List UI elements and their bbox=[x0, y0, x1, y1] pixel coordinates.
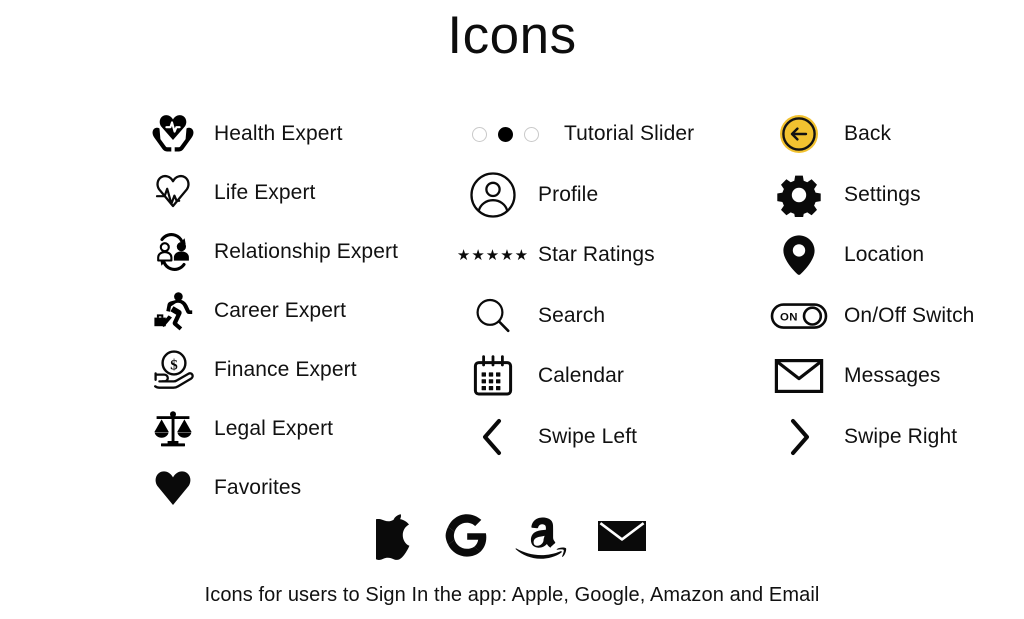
list-item[interactable]: ON On/Off Switch bbox=[768, 286, 1024, 347]
favorites-heart-icon bbox=[142, 461, 204, 515]
list-item-label: Settings bbox=[844, 182, 921, 206]
list-item[interactable]: Calendar bbox=[462, 346, 762, 407]
messages-envelope-icon bbox=[768, 349, 830, 403]
search-icon bbox=[462, 289, 524, 343]
settings-gear-icon bbox=[768, 168, 830, 222]
star-ratings-icon[interactable]: ★★★★★ bbox=[457, 228, 528, 282]
list-item-label: Star Ratings bbox=[538, 243, 655, 267]
list-item[interactable]: Career Expert bbox=[142, 281, 472, 340]
list-item[interactable]: Life Expert bbox=[142, 163, 472, 222]
slider-dot[interactable] bbox=[472, 126, 487, 142]
list-item-label: Finance Expert bbox=[214, 357, 357, 381]
page-title: Icons bbox=[447, 6, 577, 65]
back-arrow-icon[interactable] bbox=[768, 107, 830, 161]
signin-caption: Icons for users to Sign In the app: Appl… bbox=[204, 584, 820, 606]
star-ratings-glyphs: ★★★★★ bbox=[456, 246, 530, 264]
list-item[interactable]: ★★★★★ Star Ratings bbox=[457, 225, 762, 286]
list-item-label: Messages bbox=[844, 364, 941, 388]
signin-icons-row bbox=[0, 508, 1024, 564]
list-item-label: Legal Expert bbox=[214, 416, 334, 440]
finance-expert-icon: $ bbox=[142, 343, 204, 397]
list-item-label: Search bbox=[538, 303, 606, 327]
list-item[interactable]: Health Expert bbox=[142, 104, 472, 163]
svg-text:$: $ bbox=[170, 357, 178, 373]
list-item[interactable]: Settings bbox=[768, 165, 1024, 226]
list-item-label: Location bbox=[844, 243, 925, 267]
list-item-label: Life Expert bbox=[214, 180, 316, 204]
list-item-label: Favorites bbox=[214, 475, 302, 499]
list-item[interactable]: Swipe Right bbox=[768, 407, 1024, 468]
profile-icon bbox=[462, 168, 524, 222]
health-expert-icon bbox=[142, 107, 204, 161]
legal-expert-icon bbox=[142, 402, 204, 456]
list-item[interactable]: $ Finance Expert bbox=[142, 340, 472, 399]
apple-logo-icon[interactable] bbox=[376, 508, 418, 564]
swipe-left-chevron-icon[interactable] bbox=[462, 410, 524, 464]
calendar-icon bbox=[462, 349, 524, 403]
middle-icon-column: Tutorial Slider Profile ★★★★★ Star Ratin… bbox=[457, 104, 762, 468]
career-expert-icon bbox=[142, 284, 204, 338]
tutorial-slider-dots-icon[interactable] bbox=[472, 126, 558, 142]
list-item[interactable]: Tutorial Slider bbox=[462, 104, 762, 165]
list-item[interactable]: Messages bbox=[768, 346, 1024, 407]
right-icon-column: Back Settings Location ON On/Off Switch … bbox=[768, 104, 1024, 467]
life-expert-icon bbox=[142, 166, 204, 220]
list-item-label: Calendar bbox=[538, 364, 625, 388]
slider-dot-active[interactable] bbox=[498, 126, 513, 142]
list-item[interactable]: Back bbox=[768, 104, 1024, 165]
amazon-logo-icon[interactable] bbox=[514, 508, 570, 564]
list-item-label: Swipe Right bbox=[844, 424, 958, 448]
list-item[interactable]: Swipe Left bbox=[462, 407, 762, 468]
list-item-label: Tutorial Slider bbox=[564, 122, 695, 146]
list-item-label: On/Off Switch bbox=[844, 303, 975, 327]
list-item-label: Swipe Left bbox=[538, 424, 638, 448]
relationship-expert-icon bbox=[142, 225, 204, 279]
email-envelope-icon[interactable] bbox=[596, 508, 648, 564]
list-item[interactable]: Relationship Expert bbox=[142, 222, 472, 281]
google-logo-icon[interactable] bbox=[444, 508, 488, 564]
list-item-label: Profile bbox=[538, 182, 599, 206]
swipe-right-chevron-icon[interactable] bbox=[768, 410, 830, 464]
list-item[interactable]: Location bbox=[768, 225, 1024, 286]
location-pin-icon bbox=[768, 228, 830, 282]
list-item[interactable]: Legal Expert bbox=[142, 399, 472, 458]
list-item[interactable]: Profile bbox=[462, 165, 762, 226]
on-off-switch-icon[interactable]: ON bbox=[768, 289, 830, 343]
list-item-label: Relationship Expert bbox=[214, 239, 398, 263]
list-item-label: Health Expert bbox=[214, 121, 343, 145]
svg-text:ON: ON bbox=[780, 311, 798, 323]
left-icon-column: Health Expert Life Expert Relationship E bbox=[142, 104, 472, 517]
list-item-label: Back bbox=[844, 122, 892, 146]
list-item-label: Career Expert bbox=[214, 298, 347, 322]
slider-dot[interactable] bbox=[524, 126, 539, 142]
list-item[interactable]: Search bbox=[462, 286, 762, 347]
